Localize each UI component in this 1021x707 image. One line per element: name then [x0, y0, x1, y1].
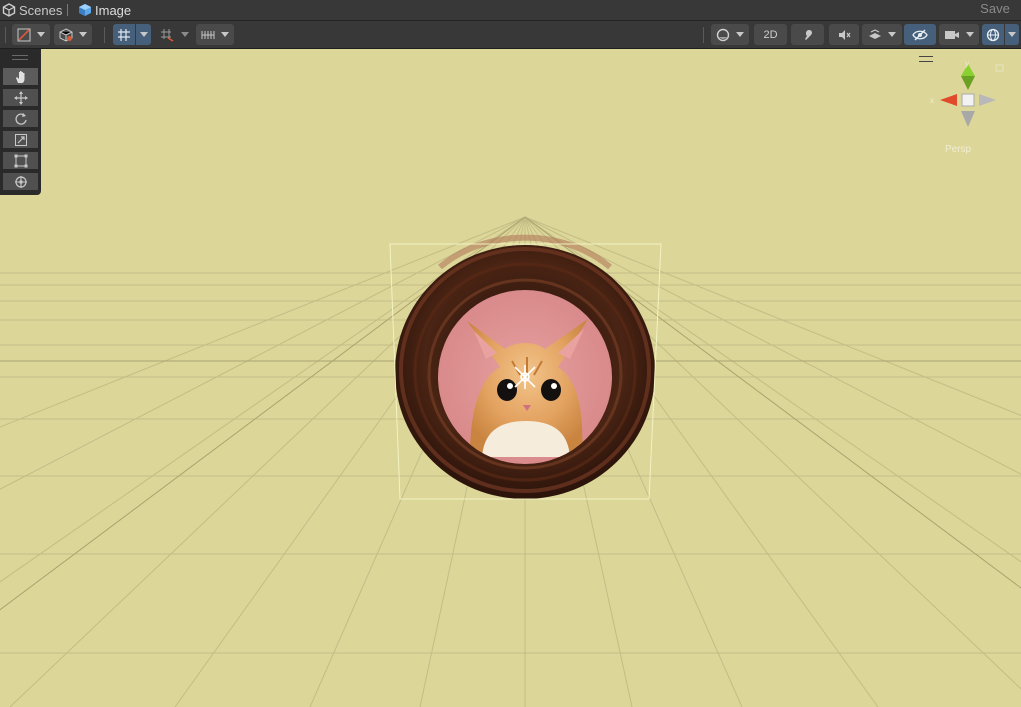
palette-grip[interactable] — [12, 55, 28, 60]
image-sprite[interactable] — [395, 234, 655, 499]
breadcrumb: Scenes Image Save — [0, 0, 1021, 21]
rotate-tool-button[interactable] — [3, 110, 38, 128]
snap-toggle-button[interactable] — [156, 24, 178, 45]
render-mode-dropdown[interactable] — [54, 24, 92, 45]
rect-transform-icon — [14, 154, 27, 167]
grid-icon — [118, 28, 130, 41]
rotate-icon — [14, 112, 27, 125]
chevron-down-icon — [221, 32, 229, 37]
hidden-eye-icon — [912, 29, 928, 40]
scene-viewport[interactable]: y x Persp — [0, 49, 1021, 707]
audio-toggle-button[interactable] — [829, 24, 859, 45]
toggle-2d-button[interactable]: 2D — [754, 24, 787, 45]
scale-icon — [14, 133, 27, 146]
snap-grid-icon — [161, 28, 174, 42]
hand-icon — [15, 70, 24, 83]
camera-icon — [945, 30, 959, 39]
gizmos-options-dropdown[interactable] — [1005, 24, 1019, 45]
scene-camera-dropdown[interactable] — [939, 24, 979, 45]
transform-tool-button[interactable] — [3, 173, 38, 191]
chevron-down-icon — [37, 32, 45, 37]
grid-options-dropdown[interactable] — [136, 24, 151, 45]
move-arrows-icon — [13, 90, 28, 105]
breadcrumb-current-label: Image — [95, 2, 132, 18]
scale-tool-button[interactable] — [3, 131, 38, 149]
transform-icon — [14, 175, 27, 188]
rect-tool-button[interactable] — [3, 152, 38, 170]
toolbar-grip — [703, 27, 704, 43]
draw-mode-dropdown[interactable] — [12, 24, 50, 45]
cube-icon — [59, 27, 73, 42]
effects-layers-icon — [869, 28, 881, 39]
chevron-down-icon — [888, 32, 896, 37]
gizmo-y-label: y — [965, 59, 969, 68]
hand-tool-button[interactable] — [3, 68, 38, 86]
sphere-icon — [716, 28, 730, 41]
chevron-down-icon — [736, 32, 744, 37]
scene-grid: y x — [0, 59, 1021, 707]
breadcrumb-image[interactable]: Image — [78, 1, 131, 19]
gizmo-x-label: x — [930, 96, 934, 105]
chevron-down-icon — [966, 32, 974, 37]
gizmo-globe-icon — [986, 28, 1000, 41]
grid-toggle-button[interactable] — [113, 24, 135, 45]
shading-sphere-dropdown[interactable] — [711, 24, 749, 45]
toolbar-grip — [5, 27, 6, 43]
audio-mute-icon — [839, 29, 851, 40]
save-button[interactable]: Save — [973, 0, 1017, 18]
lock-icon — [995, 64, 1004, 72]
scene-toolbar: 2D — [0, 21, 1021, 49]
lightbulb-icon — [804, 29, 812, 40]
increment-snap-icon — [201, 30, 215, 39]
breadcrumb-scenes[interactable]: Scenes — [2, 1, 62, 19]
shading-mode-icon — [17, 28, 31, 41]
toolbar-grip — [104, 27, 105, 43]
increment-snap-dropdown[interactable] — [196, 24, 234, 45]
projection-label[interactable]: Persp — [945, 144, 971, 155]
chevron-down-icon — [79, 32, 87, 37]
chevron-down-icon — [1008, 32, 1016, 37]
effects-dropdown[interactable] — [862, 24, 902, 45]
gizmos-toggle-button[interactable] — [982, 24, 1004, 45]
breadcrumb-separator — [67, 4, 68, 16]
unity-icon — [2, 3, 16, 17]
chevron-down-icon — [181, 32, 189, 37]
scene-visibility-toggle[interactable] — [904, 24, 936, 45]
chevron-down-icon — [139, 32, 148, 37]
gizmo-menu-icon[interactable] — [919, 56, 933, 62]
orientation-gizmo[interactable]: y x — [930, 59, 1004, 127]
prefab-cube-icon — [79, 4, 91, 16]
breadcrumb-root-label: Scenes — [19, 2, 63, 18]
tool-palette — [0, 49, 41, 195]
move-tool-button[interactable] — [3, 89, 38, 107]
lighting-toggle-button[interactable] — [791, 24, 824, 45]
snap-options-dropdown[interactable] — [178, 24, 192, 45]
